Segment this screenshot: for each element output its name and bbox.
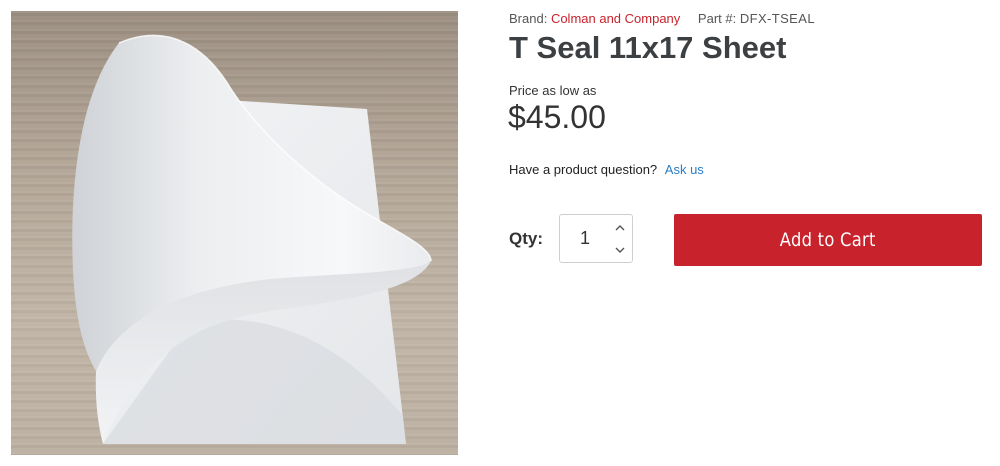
qty-decrement-button[interactable] xyxy=(610,239,630,261)
chevron-up-icon xyxy=(615,224,625,230)
qty-label: Qty: xyxy=(509,229,543,248)
part-number-group: Part #: DFX-TSEAL xyxy=(698,11,815,26)
part-label: Part #: xyxy=(697,11,737,26)
price-label: Price as low as xyxy=(509,83,597,98)
product-question: Have a product question? Ask us xyxy=(509,162,704,177)
product-meta: Brand: Colman and Company Part #: DFX-TS… xyxy=(509,11,815,26)
ask-us-link[interactable]: Ask us xyxy=(665,162,704,177)
quantity-stepper xyxy=(559,214,633,263)
add-to-cart-label: Add to Cart xyxy=(780,229,876,251)
sheet-illustration xyxy=(72,34,432,444)
add-to-cart-button[interactable]: Add to Cart xyxy=(674,214,982,266)
chevron-down-icon xyxy=(615,247,625,253)
part-number: DFX-TSEAL xyxy=(739,11,815,26)
question-text: Have a product question? xyxy=(509,162,658,177)
brand-label: Brand: xyxy=(509,11,548,26)
product-page: Brand: Colman and Company Part #: DFX-TS… xyxy=(0,0,1000,466)
brand-link[interactable]: Colman and Company xyxy=(551,11,680,26)
product-title: T Seal 11x17 Sheet xyxy=(509,30,787,65)
quantity-input[interactable] xyxy=(560,215,610,262)
price-value: $45.00 xyxy=(508,99,606,135)
product-image[interactable] xyxy=(11,11,458,455)
qty-increment-button[interactable] xyxy=(610,216,630,238)
